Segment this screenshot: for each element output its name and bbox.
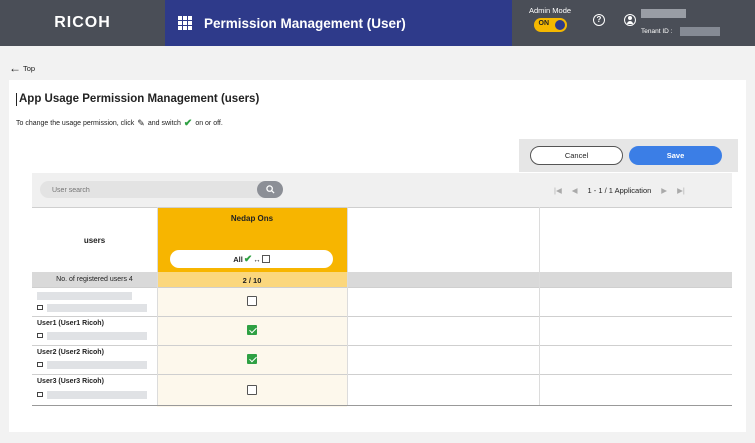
mail-icon xyxy=(37,333,43,338)
user-name-redacted xyxy=(641,9,686,18)
mail-icon xyxy=(37,392,43,397)
help-circle-icon[interactable]: ? xyxy=(593,14,605,26)
checkmark-icon: ✔ xyxy=(243,253,253,265)
instruction-text-1: To change the usage permission, click xyxy=(16,120,135,127)
pager-text: 1 - 1 / 1 Application xyxy=(587,186,652,195)
all-toggle-arrow: ↔ xyxy=(253,254,261,264)
grid-line xyxy=(32,405,732,406)
permission-checkbox[interactable] xyxy=(247,325,257,335)
page-title: App Usage Permission Management (users) xyxy=(16,93,259,106)
main-card xyxy=(9,80,746,432)
tenant-id-label: Tenant ID : xyxy=(641,28,673,35)
tenant-id-redacted xyxy=(680,27,720,36)
empty-checkbox-icon xyxy=(261,255,270,263)
next-page-icon[interactable]: ▶ xyxy=(661,186,667,195)
user-name: User3 (User3 Ricoh) xyxy=(37,378,104,385)
redacted-email xyxy=(47,391,147,399)
back-link-label: Top xyxy=(23,63,36,73)
cancel-button[interactable]: Cancel xyxy=(530,146,623,165)
app-title-bar: Permission Management (User) xyxy=(165,0,512,46)
grid-line xyxy=(157,207,158,405)
grid-line xyxy=(347,207,348,405)
grid-line xyxy=(32,316,732,317)
app-name: Nedap Ons xyxy=(230,214,274,223)
registered-count: 2 / 10 xyxy=(242,276,262,285)
permission-checkbox[interactable] xyxy=(247,296,257,306)
user-name: User2 (User2 Ricoh) xyxy=(37,349,104,356)
checkmark-icon: ✔ xyxy=(183,118,193,129)
user-circle-icon[interactable] xyxy=(624,14,636,26)
all-toggle-button[interactable]: All ✔ ↔ xyxy=(170,250,333,268)
mail-icon xyxy=(37,362,43,367)
instructions: To change the usage permission, click ✎ … xyxy=(16,118,223,129)
mail-icon xyxy=(37,305,43,310)
pencil-icon: ✎ xyxy=(137,118,145,128)
back-to-top-link[interactable]: ← Top xyxy=(9,62,35,74)
permission-checkbox[interactable] xyxy=(247,385,257,395)
search-icon xyxy=(265,185,275,194)
user-name: User1 (User1 Ricoh) xyxy=(37,320,104,327)
pagination: |◀ ◀ 1 - 1 / 1 Application ▶ ▶| xyxy=(554,186,685,195)
permission-checkbox[interactable] xyxy=(247,354,257,364)
redacted-email xyxy=(47,361,147,369)
ricoh-logo: RICOH xyxy=(54,14,111,31)
last-page-icon[interactable]: ▶| xyxy=(677,186,685,195)
admin-mode-toggle-label: ON xyxy=(538,20,550,27)
grid-line xyxy=(32,287,732,288)
redacted-user-name xyxy=(37,292,132,300)
save-button[interactable]: Save xyxy=(629,146,722,165)
grid-line xyxy=(539,207,540,405)
search-input[interactable] xyxy=(52,184,232,196)
instruction-text-3: on or off. xyxy=(195,120,223,127)
admin-mode-label: Admin Mode xyxy=(528,6,572,15)
instruction-text-2: and switch xyxy=(147,120,181,127)
admin-mode: Admin Mode ON xyxy=(528,6,572,32)
search-button[interactable] xyxy=(257,181,283,198)
redacted-email xyxy=(47,332,147,340)
users-column-header: users xyxy=(83,236,106,245)
all-toggle-label: All xyxy=(233,254,243,264)
admin-mode-toggle[interactable]: ON xyxy=(533,18,567,32)
grid-line xyxy=(32,207,732,208)
grid-icon[interactable] xyxy=(178,16,192,30)
arrow-left-icon: ← xyxy=(9,61,21,75)
page-header-title: Permission Management (User) xyxy=(204,15,406,31)
redacted-email xyxy=(47,304,147,312)
prev-page-icon[interactable]: ◀ xyxy=(572,186,578,195)
registered-users-label: No. of registered users 4 xyxy=(56,276,133,283)
first-page-icon[interactable]: |◀ xyxy=(554,186,562,195)
logo-area: RICOH xyxy=(0,0,165,46)
grid-line xyxy=(32,345,732,346)
grid-line xyxy=(32,374,732,375)
toggle-knob xyxy=(554,20,565,30)
